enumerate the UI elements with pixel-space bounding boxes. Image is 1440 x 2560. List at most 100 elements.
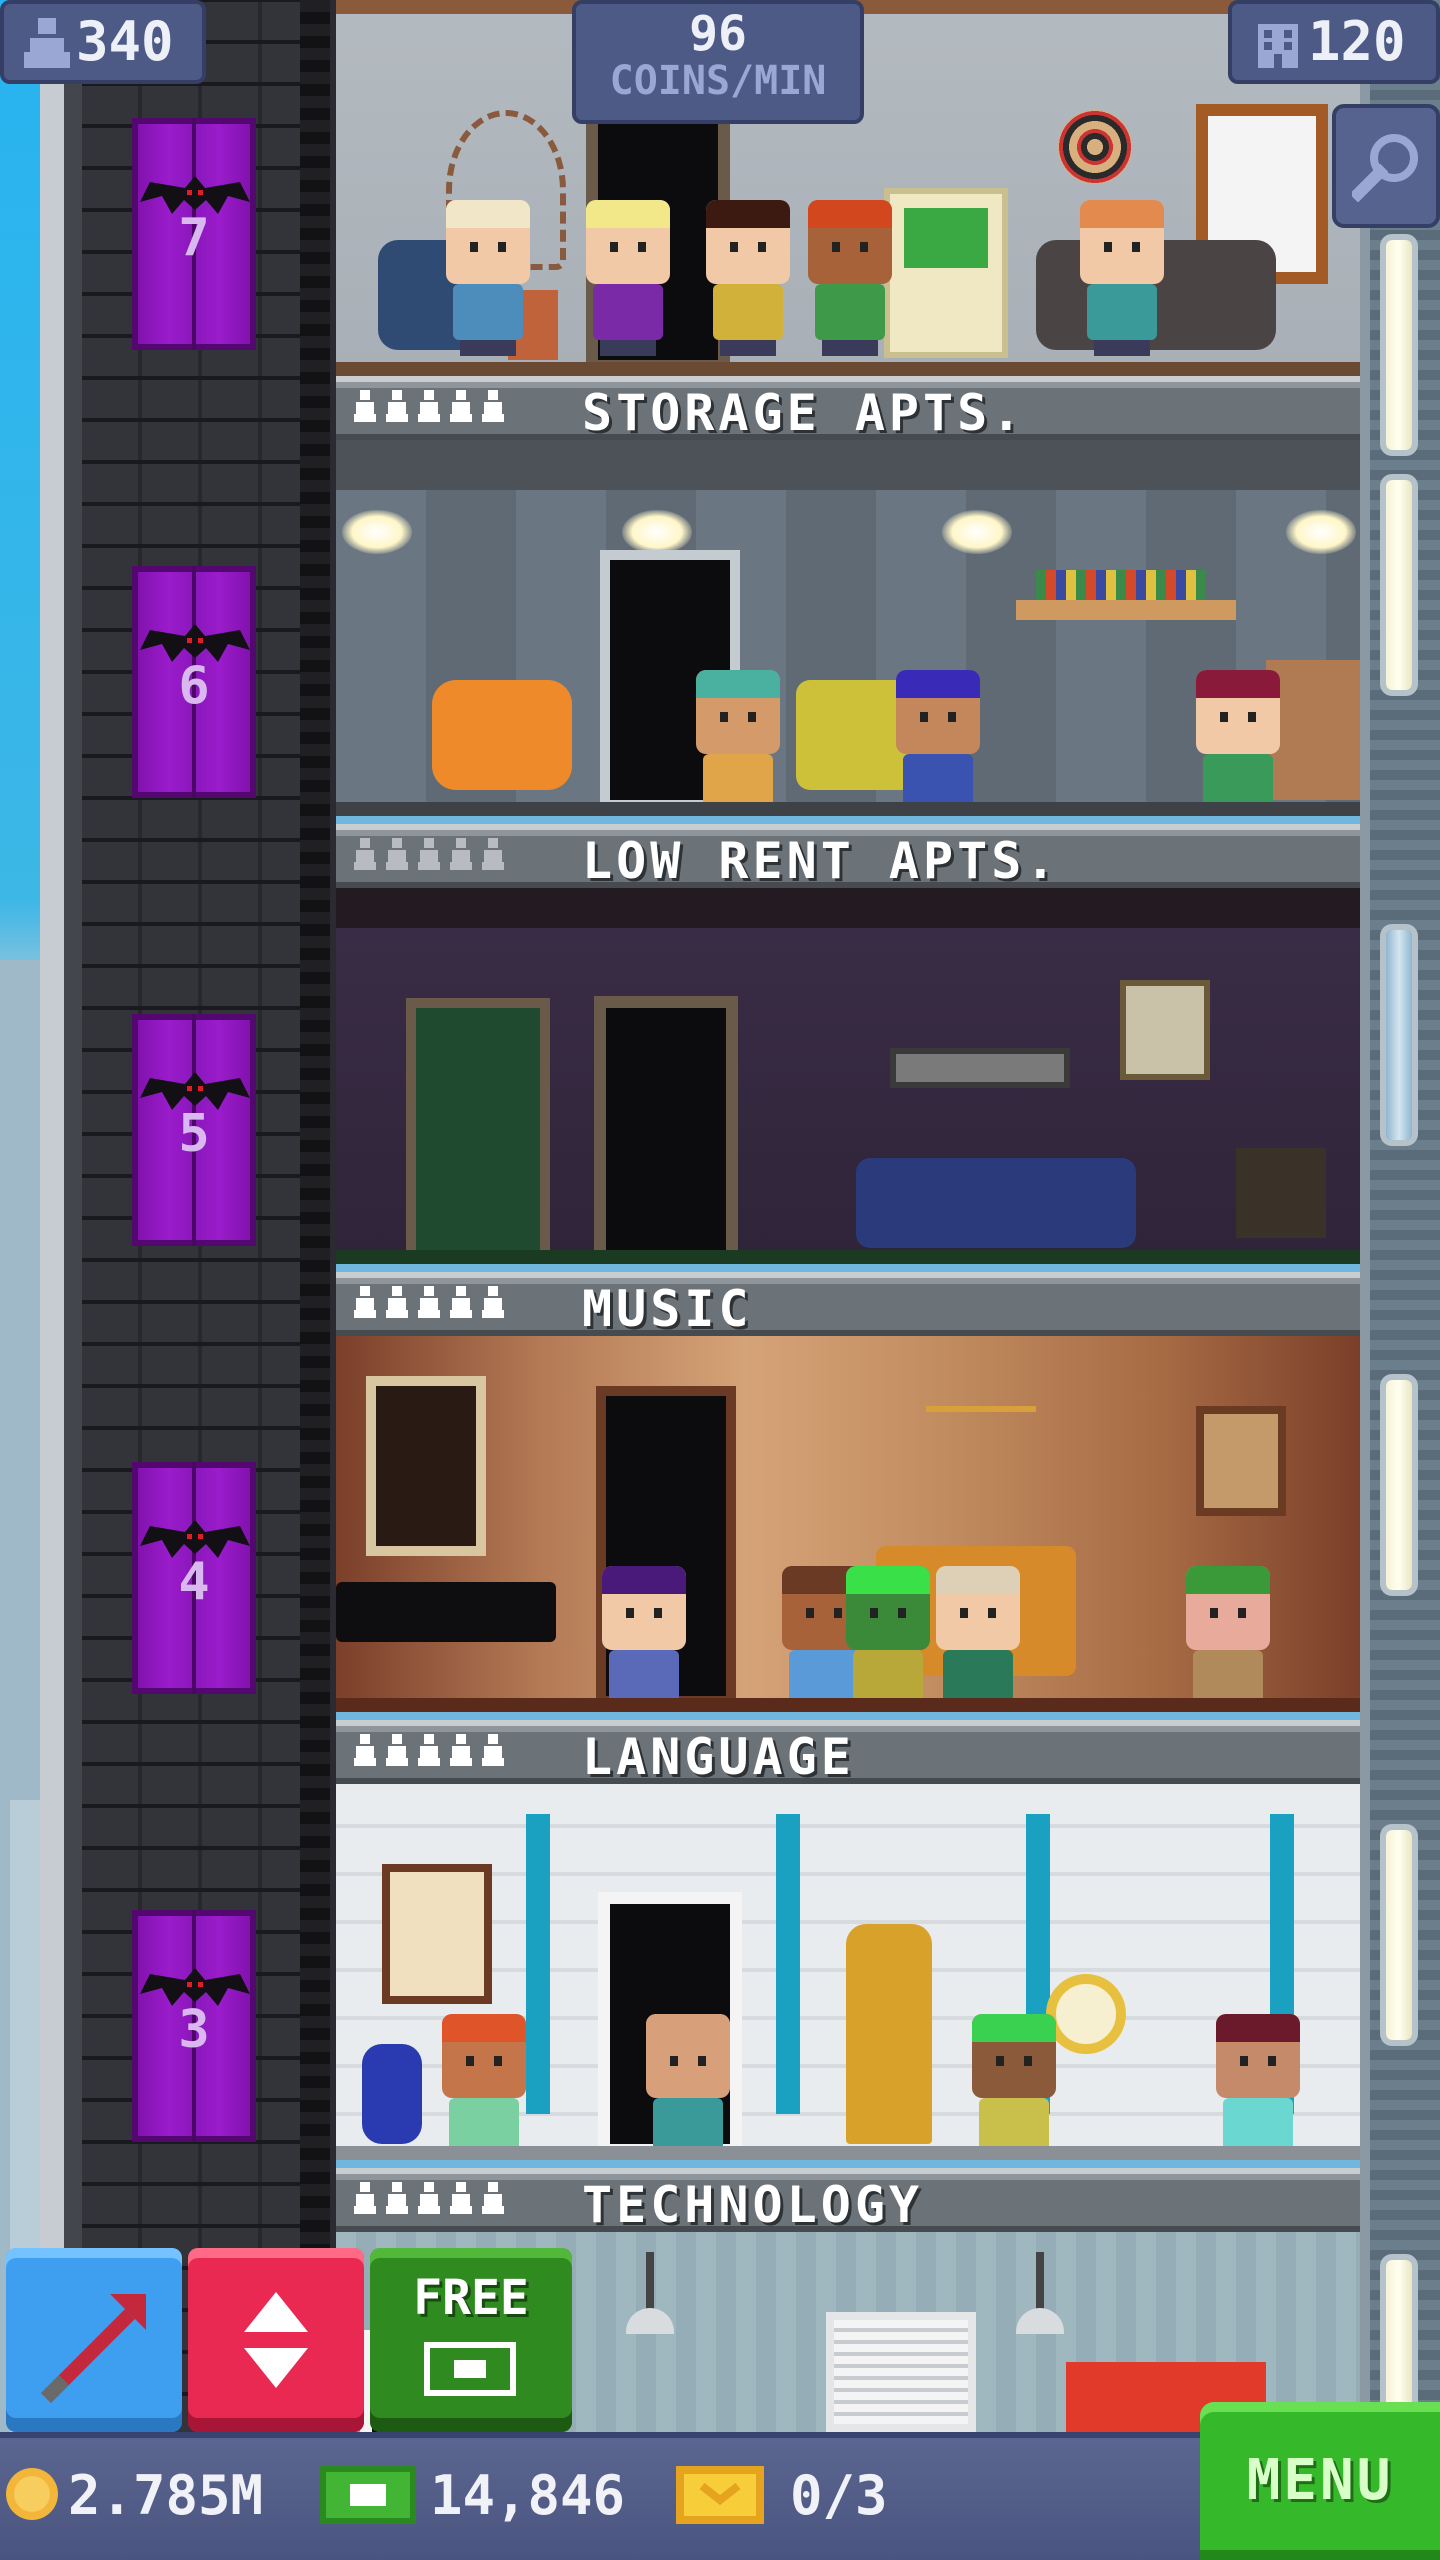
vip-ticket-counter: 0/3 [676, 2450, 936, 2540]
outer-window [1386, 930, 1412, 1140]
bitizen[interactable] [936, 1566, 1020, 1712]
coins-per-min-value: 96 [689, 6, 747, 62]
menu-button[interactable]: MENU [1200, 2402, 1440, 2560]
person-icon [450, 390, 472, 422]
floor-name: LOW RENT APTS. [582, 832, 1060, 890]
floor-storage-apts-room[interactable] [336, 440, 1360, 816]
person-icon [386, 838, 408, 870]
bitizen[interactable] [808, 200, 892, 356]
coin-icon [6, 2468, 58, 2520]
person-icon [482, 390, 504, 422]
tall-window [366, 1376, 486, 1556]
bitizen[interactable] [972, 2014, 1056, 2160]
bitizen[interactable] [706, 200, 790, 356]
bat-icon [140, 176, 250, 214]
bitizen[interactable] [602, 1566, 686, 1712]
coin-balance: 2.785M [4, 2450, 304, 2540]
ceiling-lamp [342, 510, 412, 554]
bux-icon [424, 2342, 516, 2396]
bitizen[interactable] [846, 1566, 930, 1712]
person-icon [418, 2182, 440, 2214]
golden-throne [846, 1924, 932, 2144]
person-icon [418, 1734, 440, 1766]
floor-rating [352, 1286, 506, 1318]
bitizen[interactable] [1196, 670, 1280, 816]
elevator-door-floor-7[interactable]: 7 [132, 118, 256, 350]
bitizen[interactable] [1216, 2014, 1300, 2160]
ticket-icon [676, 2466, 764, 2524]
person-icon [354, 1286, 376, 1318]
bitizen[interactable] [442, 2014, 526, 2160]
shaft-edge [64, 0, 82, 2560]
free-label: FREE [413, 2270, 529, 2326]
bux-value: 14,846 [430, 2464, 626, 2527]
person-icon [354, 390, 376, 422]
person-icon [386, 1286, 408, 1318]
floor-label-low-rent[interactable]: LOW RENT APTS. [336, 824, 1360, 890]
person-icon [354, 2182, 376, 2214]
bitizen[interactable] [586, 200, 670, 356]
person-icon [354, 1734, 376, 1766]
wall-chart [1120, 980, 1210, 1080]
floor-low-rent-apts-room[interactable] [336, 888, 1360, 1264]
pillar [526, 1814, 550, 2114]
person-icon [418, 390, 440, 422]
coins-per-min-display: 96 COINS/MIN [572, 0, 864, 124]
find-bitizen-button[interactable] [1332, 104, 1440, 228]
elevator-door-floor-6[interactable]: 6 [132, 566, 256, 798]
population-counter[interactable]: 340 [0, 0, 206, 84]
outer-window [1386, 480, 1412, 690]
elevator-door-floor-3[interactable]: 3 [132, 1910, 256, 2142]
person-icon [386, 390, 408, 422]
shaft-rail [300, 0, 330, 2560]
floor-count-display[interactable]: 120 [1228, 0, 1440, 84]
elevator-up-down-icon [244, 2292, 308, 2388]
hieroglyph-scroll [382, 1864, 492, 2004]
blue-vase [362, 2044, 422, 2144]
floor-name: TECHNOLOGY [582, 2176, 924, 2234]
person-icon [482, 2182, 504, 2214]
building-icon [1258, 24, 1298, 68]
floor-count-value: 120 [1308, 10, 1406, 73]
person-icon [450, 2182, 472, 2214]
bux-balance: 14,846 [320, 2450, 700, 2540]
elevator-door-floor-4[interactable]: 4 [132, 1462, 256, 1694]
person-icon [24, 18, 70, 68]
orange-armchair [432, 680, 572, 790]
bitizen[interactable] [1080, 200, 1164, 356]
ceiling-lamp [1286, 510, 1356, 554]
elevator-control-button[interactable] [188, 2248, 364, 2432]
floor-label-music[interactable]: MUSIC [336, 1272, 1360, 1338]
person-icon [450, 1286, 472, 1318]
bitizen[interactable] [896, 670, 980, 816]
floor-name: MUSIC [582, 1280, 753, 1338]
bitizen[interactable] [696, 670, 780, 816]
elevator-door-floor-5[interactable]: 5 [132, 1014, 256, 1246]
person-icon [450, 838, 472, 870]
bookshelf [1016, 600, 1236, 620]
floor-music-room[interactable] [336, 1336, 1360, 1712]
person-icon [418, 1286, 440, 1318]
grand-piano [336, 1582, 556, 1642]
green-door [416, 1008, 540, 1258]
chandelier [926, 1406, 1036, 1466]
wall-mirror [890, 1048, 1070, 1088]
coins-per-min-unit: COINS/MIN [609, 58, 827, 104]
bitizen[interactable] [1186, 1566, 1270, 1712]
arcade-machine [884, 188, 1008, 358]
game-screen: 7 6 5 4 3 STORAGE APTS. LOW RENT APTS. M… [0, 0, 1440, 2560]
bitizen[interactable] [446, 200, 530, 356]
bitizen[interactable] [646, 2014, 730, 2160]
bat-icon [140, 624, 250, 662]
floor-label-storage[interactable]: STORAGE APTS. [336, 376, 1360, 442]
floor-label-language[interactable]: LANGUAGE [336, 1720, 1360, 1786]
ceiling-lamp [626, 2308, 674, 2334]
coin-value: 2.785M [68, 2464, 264, 2527]
outer-window [1386, 240, 1412, 450]
raise-elevator-button[interactable] [6, 2248, 182, 2432]
floor-rating [352, 838, 506, 870]
floor-label-technology[interactable]: TECHNOLOGY [336, 2168, 1360, 2234]
floor-language-room[interactable] [336, 1784, 1360, 2160]
golden-mirror [1046, 1974, 1126, 2054]
free-bux-button[interactable]: FREE [370, 2248, 572, 2432]
